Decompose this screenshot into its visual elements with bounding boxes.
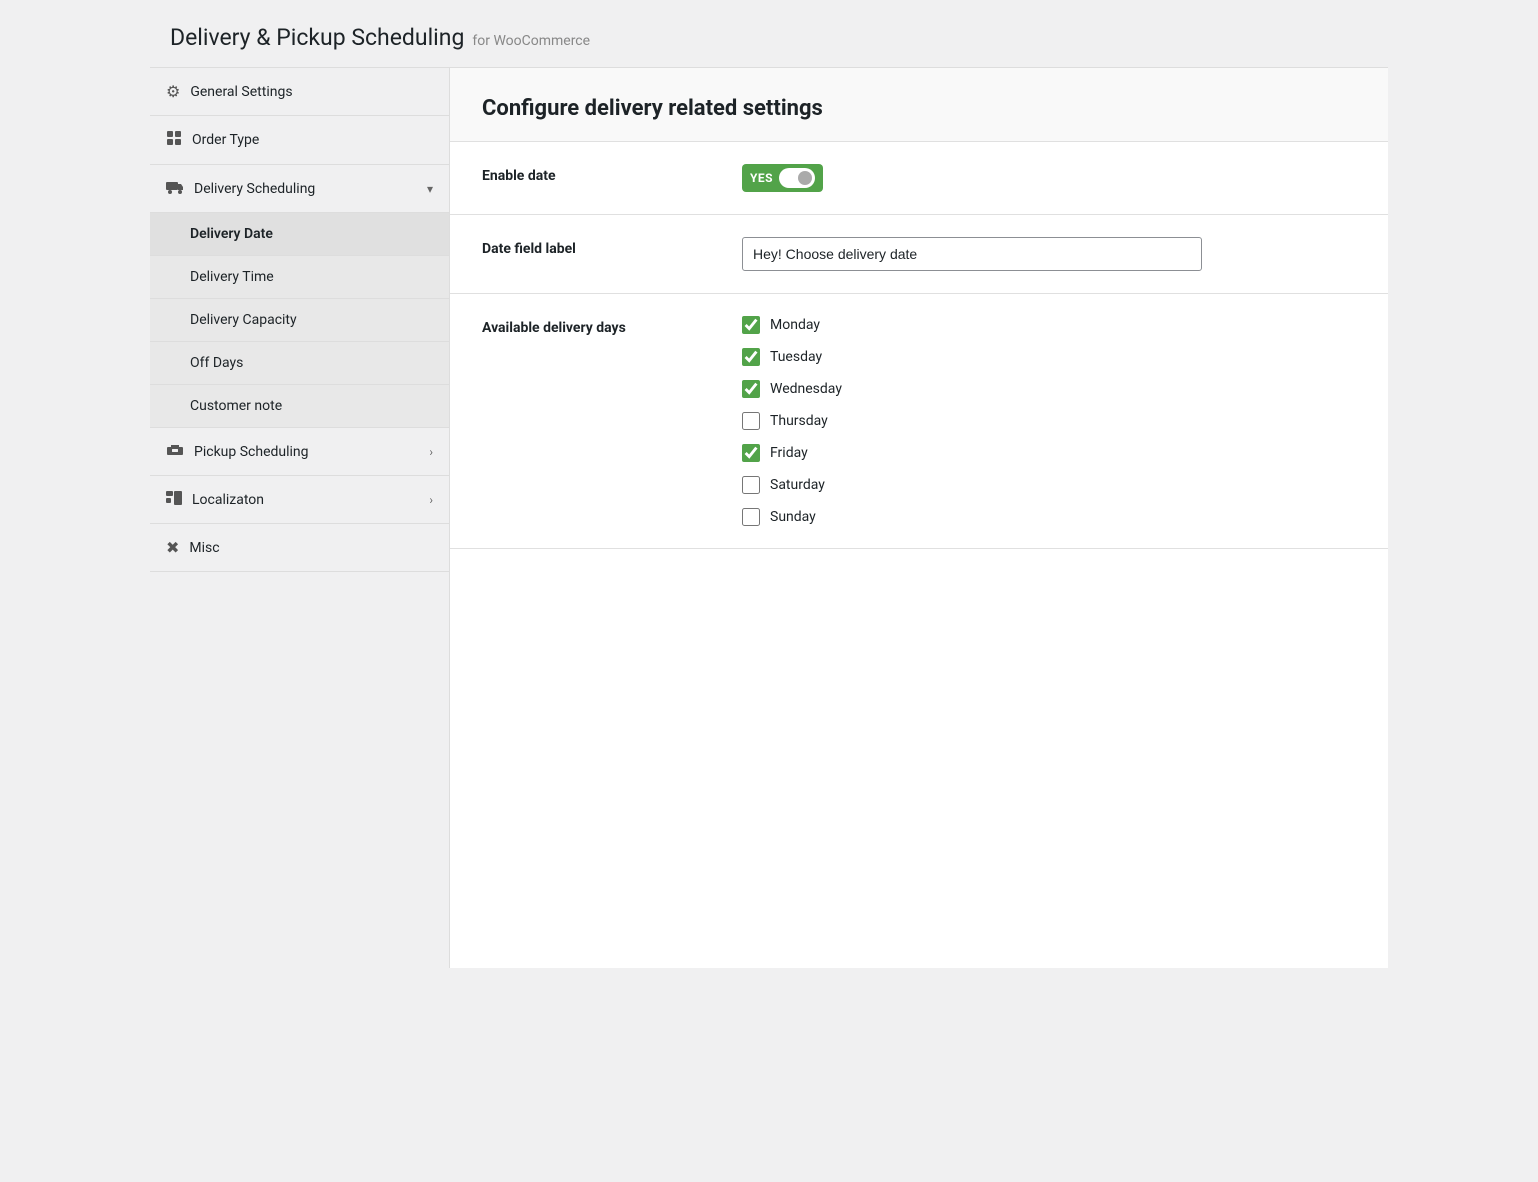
checkbox-item-thursday[interactable]: Thursday xyxy=(742,412,1356,430)
toggle-switch[interactable] xyxy=(779,168,815,188)
setting-row-enable-date: Enable date YES xyxy=(450,142,1388,215)
content-heading: Configure delivery related settings xyxy=(482,96,1356,121)
sidebar-item-label: General Settings xyxy=(190,84,292,100)
sidebar-item-general-settings[interactable]: ⚙ General Settings xyxy=(150,68,449,116)
sidebar-item-order-type[interactable]: Order Type xyxy=(150,116,449,165)
checkbox-label-friday: Friday xyxy=(770,445,808,461)
sidebar: ⚙ General Settings Order Type xyxy=(150,68,450,968)
checkbox-item-friday[interactable]: Friday xyxy=(742,444,1356,462)
checkbox-thursday[interactable] xyxy=(742,412,760,430)
subitem-label: Delivery Date xyxy=(190,226,273,242)
sidebar-item-delivery-scheduling[interactable]: Delivery Scheduling ▾ xyxy=(150,165,449,213)
sidebar-subitem-off-days[interactable]: Off Days xyxy=(150,342,449,385)
title-main: Delivery & Pickup Scheduling xyxy=(170,24,464,51)
enable-date-toggle[interactable]: YES xyxy=(742,164,823,192)
subitem-label: Off Days xyxy=(190,355,243,371)
truck-icon xyxy=(166,179,184,198)
toggle-yes-label: YES xyxy=(750,171,773,185)
page-title: Delivery & Pickup Scheduling for WooComm… xyxy=(170,24,1368,51)
order-icon xyxy=(166,130,182,150)
sidebar-item-misc[interactable]: ✖ Misc xyxy=(150,524,449,572)
setting-control-date-field-label xyxy=(742,237,1356,271)
setting-label-enable-date: Enable date xyxy=(482,164,742,184)
sidebar-subitem-delivery-time[interactable]: Delivery Time xyxy=(150,256,449,299)
checkbox-label-saturday: Saturday xyxy=(770,477,825,493)
gear-icon: ⚙ xyxy=(166,82,180,101)
sidebar-item-pickup-scheduling[interactable]: Pickup Scheduling › xyxy=(150,428,449,476)
chevron-right-icon: › xyxy=(429,445,433,459)
checkbox-friday[interactable] xyxy=(742,444,760,462)
sidebar-subitem-delivery-date[interactable]: Delivery Date xyxy=(150,213,449,256)
pickup-icon xyxy=(166,442,184,461)
chevron-right-icon: › xyxy=(429,493,433,507)
sidebar-item-label: Pickup Scheduling xyxy=(194,444,309,460)
misc-icon: ✖ xyxy=(166,538,179,557)
main-layout: ⚙ General Settings Order Type xyxy=(150,68,1388,968)
setting-control-delivery-days: Monday Tuesday Wednesday xyxy=(742,316,1356,526)
checkbox-label-tuesday: Tuesday xyxy=(770,349,822,365)
page-header: Delivery & Pickup Scheduling for WooComm… xyxy=(150,0,1388,68)
localization-icon xyxy=(166,490,182,509)
setting-row-delivery-days: Available delivery days Monday Tuesday xyxy=(450,294,1388,549)
sidebar-item-label: Order Type xyxy=(192,132,259,148)
date-field-label-input[interactable] xyxy=(742,237,1202,271)
checkbox-saturday[interactable] xyxy=(742,476,760,494)
checkbox-label-wednesday: Wednesday xyxy=(770,381,842,397)
setting-label-date-field-label: Date field label xyxy=(482,237,742,257)
checkbox-sunday[interactable] xyxy=(742,508,760,526)
sidebar-item-label: Localizaton xyxy=(192,492,264,508)
sidebar-subitem-customer-note[interactable]: Customer note xyxy=(150,385,449,428)
title-sub: for WooCommerce xyxy=(472,33,590,49)
checkbox-item-tuesday[interactable]: Tuesday xyxy=(742,348,1356,366)
checkbox-list: Monday Tuesday Wednesday xyxy=(742,316,1356,526)
sidebar-subitem-delivery-capacity[interactable]: Delivery Capacity xyxy=(150,299,449,342)
content-header: Configure delivery related settings xyxy=(450,68,1388,142)
checkbox-item-monday[interactable]: Monday xyxy=(742,316,1356,334)
checkbox-tuesday[interactable] xyxy=(742,348,760,366)
checkbox-item-saturday[interactable]: Saturday xyxy=(742,476,1356,494)
sidebar-item-label: Delivery Scheduling xyxy=(194,181,315,197)
setting-row-date-field-label: Date field label xyxy=(450,215,1388,294)
checkbox-item-wednesday[interactable]: Wednesday xyxy=(742,380,1356,398)
subitem-label: Delivery Time xyxy=(190,269,274,285)
sidebar-item-label: Misc xyxy=(189,540,219,556)
checkbox-item-sunday[interactable]: Sunday xyxy=(742,508,1356,526)
subitem-label: Delivery Capacity xyxy=(190,312,297,328)
main-content: Configure delivery related settings Enab… xyxy=(450,68,1388,968)
checkbox-label-monday: Monday xyxy=(770,317,820,333)
checkbox-monday[interactable] xyxy=(742,316,760,334)
checkbox-label-sunday: Sunday xyxy=(770,509,816,525)
checkbox-wednesday[interactable] xyxy=(742,380,760,398)
setting-control-enable-date: YES xyxy=(742,164,1356,192)
subitem-label: Customer note xyxy=(190,398,282,414)
chevron-down-icon: ▾ xyxy=(427,182,433,196)
setting-label-delivery-days: Available delivery days xyxy=(482,316,742,336)
sidebar-item-localization[interactable]: Localizaton › xyxy=(150,476,449,524)
checkbox-label-thursday: Thursday xyxy=(770,413,828,429)
page-wrapper: Delivery & Pickup Scheduling for WooComm… xyxy=(150,0,1388,968)
